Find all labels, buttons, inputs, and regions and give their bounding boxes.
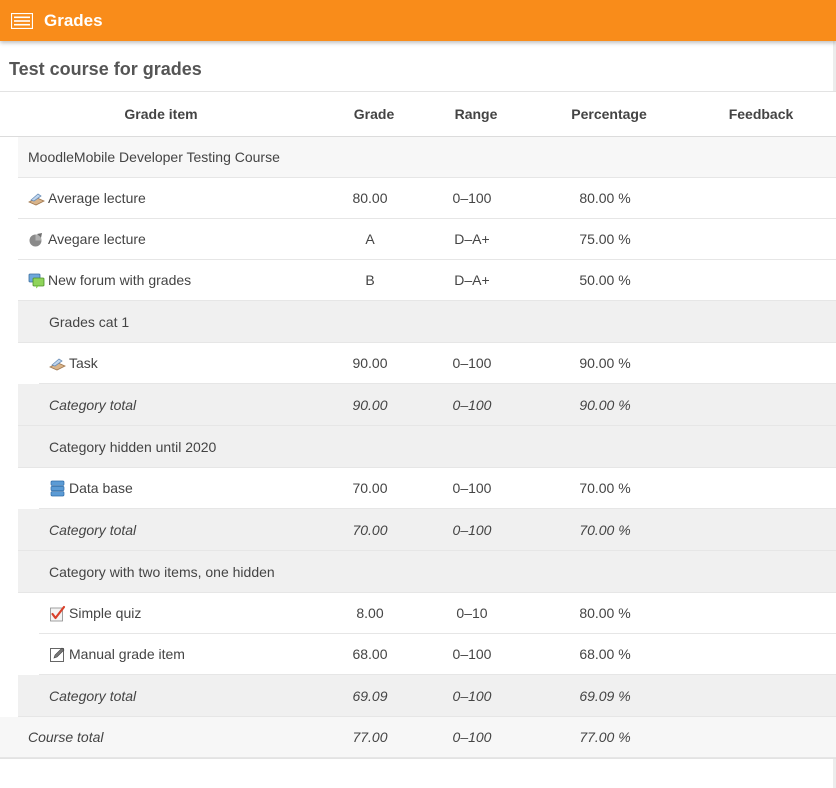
percentage-value: 68.00 % xyxy=(579,646,631,662)
category-total-label: Category total xyxy=(49,397,137,413)
percentage-value: 90.00 % xyxy=(579,355,631,371)
percentage-value: 80.00 % xyxy=(579,605,631,621)
grade-value: 77.00 xyxy=(352,729,388,745)
range-value: 0–100 xyxy=(452,397,492,413)
table-row[interactable]: Task 90.00 0–100 90.00 % xyxy=(39,343,836,384)
menu-icon[interactable] xyxy=(11,12,33,29)
column-header-percentage: Percentage xyxy=(571,106,647,122)
range-value: 0–100 xyxy=(452,355,492,371)
course-name: MoodleMobile Developer Testing Course xyxy=(28,149,280,165)
percentage-value: 80.00 % xyxy=(579,190,631,206)
percentage-value: 50.00 % xyxy=(579,272,631,288)
grade-item-name: New forum with grades xyxy=(48,272,192,288)
page-title: Grades xyxy=(44,10,103,30)
grade-value: 90.00 xyxy=(352,397,388,413)
category-name: Category hidden until 2020 xyxy=(49,439,217,455)
category-total-row: Category total 69.09 0–100 69.09 % xyxy=(18,675,836,717)
category-total-label: Category total xyxy=(49,688,137,704)
grade-value: B xyxy=(365,272,375,288)
grade-value: 69.09 xyxy=(352,688,388,704)
grade-item-name: Task xyxy=(69,355,98,371)
range-value: D–A+ xyxy=(454,231,490,247)
range-value: 0–100 xyxy=(452,522,492,538)
range-value: 0–100 xyxy=(452,646,492,662)
grade-item-name: Average lecture xyxy=(48,190,146,206)
grade-item-name: Simple quiz xyxy=(69,605,142,621)
grade-value: 70.00 xyxy=(352,522,388,538)
grade-value: 68.00 xyxy=(352,646,388,662)
divider xyxy=(0,758,836,759)
range-value: 0–100 xyxy=(452,729,492,745)
range-value: 0–10 xyxy=(456,605,488,621)
course-total-label: Course total xyxy=(28,729,104,745)
grade-value: 70.00 xyxy=(352,480,388,496)
category-row: Category hidden until 2020 xyxy=(18,426,836,468)
percentage-value: 69.09 % xyxy=(579,688,631,704)
category-row: Category with two items, one hidden xyxy=(18,551,836,593)
table-row[interactable]: New forum with grades B D–A+ 50.00 % xyxy=(18,260,836,301)
top-bar: Grades xyxy=(0,0,836,41)
table-row[interactable]: Simple quiz 8.00 0–10 80.00 % xyxy=(39,593,836,634)
percentage-value: 70.00 % xyxy=(579,522,631,538)
course-title: Test course for grades xyxy=(9,59,202,79)
course-total-row: Course total 77.00 0–100 77.00 % xyxy=(0,717,836,758)
table-row[interactable]: Data base 70.00 0–100 70.00 % xyxy=(39,468,836,509)
grade-value: 80.00 xyxy=(352,190,388,206)
manual-edit-icon xyxy=(49,646,66,663)
quiz-check-icon xyxy=(49,605,66,622)
grade-item-name: Data base xyxy=(69,480,133,496)
table-row[interactable]: Avegare lecture A D–A+ 75.00 % xyxy=(18,219,836,260)
grade-item-name: Manual grade item xyxy=(69,646,185,662)
range-value: 0–100 xyxy=(452,190,492,206)
lesson-icon xyxy=(49,355,66,372)
column-header-feedback: Feedback xyxy=(728,106,794,122)
forum-icon xyxy=(28,272,45,289)
category-row: Grades cat 1 xyxy=(18,301,836,343)
table-header: Grade item Grade Range Percentage Feedba… xyxy=(0,91,836,137)
range-value: 0–100 xyxy=(452,688,492,704)
database-icon xyxy=(49,480,66,497)
grade-value: A xyxy=(365,231,375,247)
category-total-label: Category total xyxy=(49,522,137,538)
course-row: MoodleMobile Developer Testing Course xyxy=(18,137,836,178)
range-value: D–A+ xyxy=(454,272,490,288)
column-header-grade: Grade xyxy=(353,106,395,122)
column-header-range: Range xyxy=(454,106,498,122)
percentage-value: 77.00 % xyxy=(579,729,631,745)
table-row[interactable]: Average lecture 80.00 0–100 80.00 % xyxy=(18,178,836,219)
table-row[interactable]: Manual grade item 68.00 0–100 68.00 % xyxy=(39,634,836,675)
grade-value: 90.00 xyxy=(352,355,388,371)
category-total-row: Category total 70.00 0–100 70.00 % xyxy=(18,509,836,551)
grade-item-name: Avegare lecture xyxy=(48,231,146,247)
percentage-value: 90.00 % xyxy=(579,397,631,413)
category-total-row: Category total 90.00 0–100 90.00 % xyxy=(18,384,836,426)
category-name: Grades cat 1 xyxy=(49,314,130,330)
category-name: Category with two items, one hidden xyxy=(49,564,275,580)
percentage-value: 70.00 % xyxy=(579,480,631,496)
lesson-icon xyxy=(28,190,45,207)
range-value: 0–100 xyxy=(452,480,492,496)
quiz-pie-icon xyxy=(28,231,45,248)
grade-value: 8.00 xyxy=(356,605,384,621)
column-header-grade-item: Grade item xyxy=(124,106,198,122)
percentage-value: 75.00 % xyxy=(579,231,631,247)
